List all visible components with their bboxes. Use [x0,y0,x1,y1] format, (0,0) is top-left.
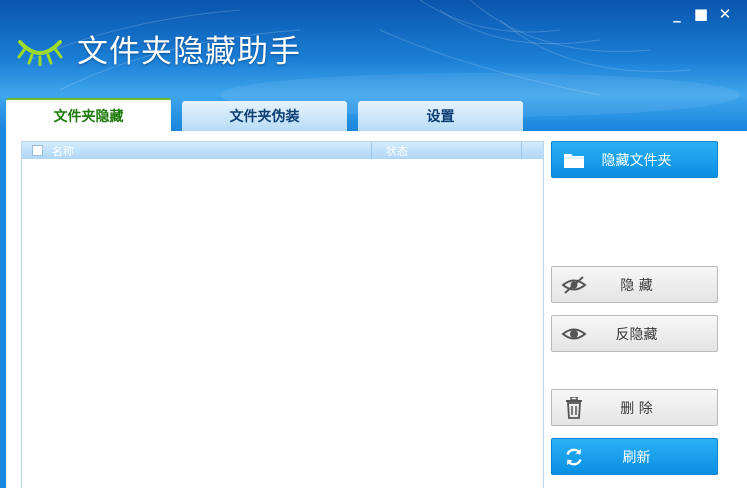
delete-label: 删 除 [620,400,653,417]
list-header: 名称 状态 [22,142,543,159]
hide-folder-label: 隐藏文件夹 [601,152,672,169]
column-status-header[interactable]: 状态 [372,142,522,159]
refresh-label: 刷新 [622,449,651,466]
hide-button[interactable]: 隐 藏 [551,266,718,303]
eye-slash-icon [556,266,592,303]
refresh-button[interactable]: 刷新 [551,438,718,475]
folder-list[interactable]: 名称 状态 [21,141,544,488]
column-name-header[interactable]: 名称 [22,142,372,159]
column-name-label: 名称 [52,144,74,158]
maximize-button[interactable]: ■ [693,6,709,22]
trash-icon [556,389,592,426]
close-button[interactable]: ✕ [717,6,733,22]
tab-folder-hide[interactable]: 文件夹隐藏 [6,98,171,131]
refresh-icon [556,438,592,475]
eye-icon [556,315,592,352]
minimize-button[interactable]: _ [669,6,685,22]
app-window: 文件夹隐藏助手 _ ■ ✕ 文件夹隐藏 文件夹伪装 设置 名称 状态 隐藏文件夹… [0,0,747,488]
window-controls: _ ■ ✕ [669,6,733,22]
unhide-button[interactable]: 反隐藏 [551,315,718,352]
select-all-checkbox[interactable] [32,145,43,156]
unhide-label: 反隐藏 [615,326,658,343]
app-title: 文件夹隐藏助手 [17,26,301,70]
tab-folder-disguise[interactable]: 文件夹伪装 [182,101,347,131]
tab-content-panel: 名称 状态 隐藏文件夹 隐 藏 反隐藏 删 除 刷新 [6,131,747,488]
column-status-label: 状态 [386,144,408,158]
delete-button[interactable]: 删 除 [551,389,718,426]
app-title-text: 文件夹隐藏助手 [77,33,301,70]
eye-logo-icon [17,40,63,66]
hide-label: 隐 藏 [620,277,653,294]
folder-icon [556,141,592,178]
hide-folder-button[interactable]: 隐藏文件夹 [551,141,718,178]
tab-settings[interactable]: 设置 [358,101,523,131]
